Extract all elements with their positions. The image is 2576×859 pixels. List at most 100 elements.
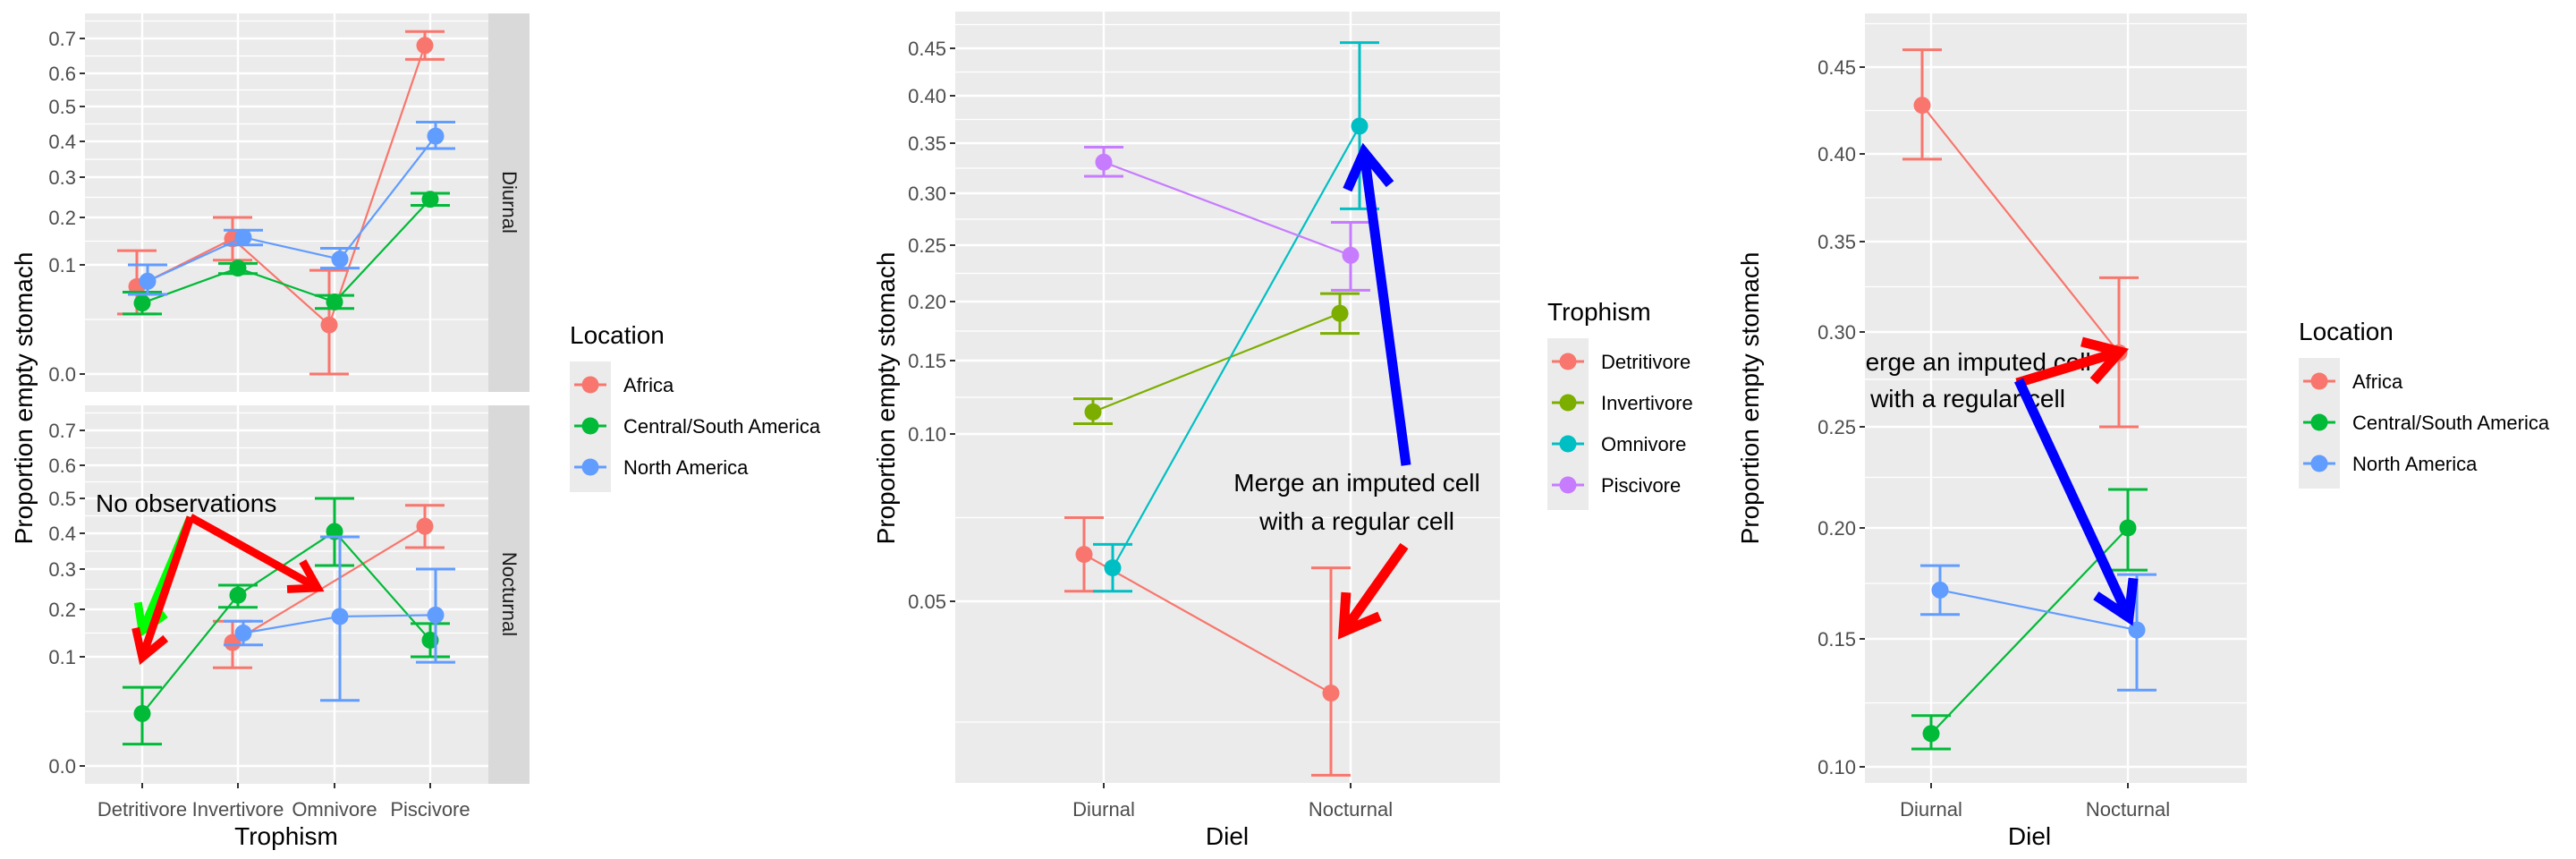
legend-key-point	[2310, 372, 2328, 390]
y-tick-label: 0.30	[908, 183, 946, 205]
facet-diurnal: 0.0 0.1 0.2 0.3 0.4 0.5 0.6 0.7 Diurnal	[48, 13, 530, 392]
legend-label: Piscivore	[1601, 474, 1681, 497]
figure: 0.0 0.1 0.2 0.3 0.4 0.5 0.6 0.7 Diurnal 0.0 0.1 0.2…	[10, 12, 2550, 850]
legend-label: North America	[623, 456, 749, 479]
data-point	[1075, 546, 1093, 564]
x-axis-title: Trophism	[234, 822, 338, 850]
y-tick-label: 0.0	[48, 755, 76, 778]
legend-key-point	[1559, 394, 1577, 412]
y-tick-label: 0.3	[48, 166, 76, 189]
facet-nocturnal: 0.0 0.1 0.2 0.3 0.4 0.5 0.6 0.7 Nocturnal	[48, 405, 530, 784]
data-point	[427, 606, 445, 624]
y-tick-label: 0.4	[48, 131, 76, 153]
data-point	[1922, 725, 1940, 743]
y-tick-label: 0.45	[1818, 56, 1856, 79]
data-point	[1322, 685, 1340, 702]
data-point	[1084, 403, 1102, 421]
data-point	[2119, 519, 2137, 537]
x-tick-label: Diurnal	[1900, 798, 1962, 821]
left-chart: 0.0 0.1 0.2 0.3 0.4 0.5 0.6 0.7 Diurnal 0.0 0.1 0.2…	[10, 13, 821, 850]
y-tick-label: 0.35	[908, 132, 946, 155]
x-axis-title: Diel	[2008, 822, 2051, 850]
legend-key-point	[1559, 476, 1577, 494]
x-tick-label: Invertivore	[192, 798, 284, 821]
legend-key-point	[581, 458, 599, 476]
annotation-text: No observations	[96, 489, 276, 517]
data-point	[416, 37, 434, 55]
data-point	[1931, 581, 1949, 599]
facet-strip-label: Diurnal	[498, 171, 521, 234]
x-tick-label: Omnivore	[292, 798, 377, 821]
data-point	[229, 259, 247, 277]
x-tick-label: Diurnal	[1072, 798, 1135, 821]
middle-chart: 0.05 0.10 0.15 0.20 0.25 0.30 0.35 0.40 0.45 Diur…	[872, 12, 1693, 850]
data-point	[331, 251, 349, 268]
legend-key-point	[1559, 353, 1577, 370]
annotation-text-line1: Merge an imputed cell	[1233, 469, 1479, 497]
y-tick-label: 0.15	[1818, 628, 1856, 651]
data-point	[1913, 97, 1931, 115]
x-tick-label: Nocturnal	[2086, 798, 2170, 821]
annotation-text-line2: with a regular cell	[1258, 507, 1454, 535]
data-point	[427, 127, 445, 145]
y-tick-label: 0.10	[908, 423, 946, 446]
y-tick-label: 0.5	[48, 488, 76, 510]
legend-key-point	[581, 417, 599, 435]
y-tick-label: 0.20	[1818, 517, 1856, 540]
y-tick-label: 0.3	[48, 558, 76, 581]
legend-label: North America	[2352, 453, 2478, 475]
y-tick-label: 0.6	[48, 63, 76, 85]
y-axis-title: Proportion empty stomach	[1736, 252, 1764, 545]
y-tick-label: 0.15	[908, 350, 946, 372]
data-point	[320, 316, 338, 334]
y-tick-label: 0.40	[1818, 143, 1856, 166]
legend-label: Africa	[2352, 370, 2403, 393]
y-tick-label: 0.25	[1818, 416, 1856, 438]
y-tick-label: 0.45	[908, 38, 946, 60]
y-tick-label: 0.7	[48, 420, 76, 442]
legend-label: Detritivore	[1601, 351, 1690, 373]
y-tick-label: 0.4	[48, 523, 76, 545]
y-tick-label: 0.0	[48, 363, 76, 386]
y-tick-label: 0.7	[48, 28, 76, 50]
legend-key-point	[581, 376, 599, 394]
y-tick-label: 0.40	[908, 85, 946, 107]
y-tick-label: 0.1	[48, 254, 76, 276]
y-tick-label: 0.10	[1818, 756, 1856, 778]
right-chart: 0.10 0.15 0.20 0.25 0.30 0.35 0.40 0.45 Diurnal N…	[1736, 13, 2550, 850]
legend-label: Central/South America	[623, 415, 821, 438]
facet-panel-background	[85, 405, 488, 784]
legend-title: Location	[2299, 318, 2394, 345]
x-tick-label: Detritivore	[97, 798, 187, 821]
data-point	[139, 272, 157, 290]
legend-label: Central/South America	[2352, 412, 2550, 434]
legend-key-point	[2310, 455, 2328, 472]
y-tick-label: 0.35	[1818, 231, 1856, 253]
y-tick-label: 0.2	[48, 207, 76, 229]
x-tick-label: Piscivore	[390, 798, 470, 821]
data-point	[416, 517, 434, 535]
data-point	[229, 586, 247, 604]
x-axis-title: Diel	[1206, 822, 1249, 850]
y-tick-label: 0.05	[908, 591, 946, 613]
legend-title: Trophism	[1547, 298, 1651, 326]
data-point	[133, 704, 151, 722]
y-axis-title: Proportion empty stomach	[10, 252, 38, 545]
facet-strip-label: Nocturnal	[498, 552, 521, 636]
legend-key-point	[2310, 413, 2328, 431]
data-point	[1331, 304, 1349, 322]
data-point	[234, 625, 252, 642]
y-tick-label: 0.2	[48, 599, 76, 621]
data-point	[234, 228, 252, 246]
y-tick-label: 0.1	[48, 646, 76, 668]
y-tick-label: 0.20	[908, 291, 946, 313]
y-tick-label: 0.5	[48, 96, 76, 118]
data-point	[331, 608, 349, 625]
y-tick-label: 0.25	[908, 234, 946, 257]
data-point	[1095, 153, 1113, 171]
data-point	[1104, 559, 1122, 577]
data-point	[326, 293, 343, 310]
legend-label: Invertivore	[1601, 392, 1693, 414]
y-tick-label: 0.30	[1818, 321, 1856, 344]
data-point	[421, 191, 439, 208]
